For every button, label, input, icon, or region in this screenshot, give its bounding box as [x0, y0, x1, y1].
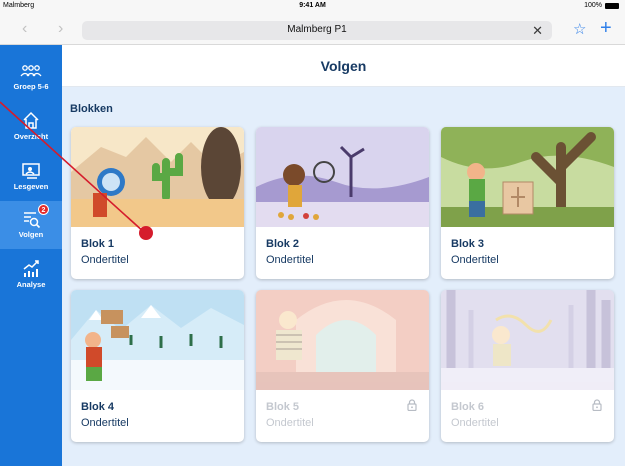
card-title: Blok 2 — [266, 238, 300, 250]
chevron-right-icon[interactable]: › — [58, 21, 63, 37]
group-icon — [20, 65, 42, 77]
blok-card-3[interactable]: Blok 3 Ondertitel — [441, 127, 614, 279]
analysis-icon — [23, 260, 39, 277]
page-header: Volgen — [62, 45, 625, 87]
sidebar-item-label: Groep 5-6 — [13, 82, 49, 91]
sidebar-item-groep[interactable]: Groep 5-6 — [0, 53, 62, 101]
card-subtitle: Ondertitel — [81, 417, 129, 429]
card-subtitle: Ondertitel — [81, 254, 129, 266]
teach-icon — [22, 163, 40, 179]
status-bar: Malmberg 9:41 AM 100% — [0, 0, 625, 14]
sidebar: Groep 5-6 Overzicht Lesgeven 2 Volgen An… — [0, 45, 62, 466]
blok-card-4[interactable]: Blok 4 Ondertitel — [71, 290, 244, 442]
card-subtitle: Ondertitel — [266, 254, 314, 266]
lock-icon — [407, 399, 417, 411]
address-bar[interactable]: Malmberg P1 ✕ — [82, 21, 552, 40]
star-icon[interactable]: ☆ — [573, 20, 586, 38]
blok-2-illustration — [256, 127, 429, 227]
sidebar-item-analyse[interactable]: Analyse — [0, 251, 62, 299]
close-icon[interactable]: ✕ — [532, 23, 543, 39]
page-title: Volgen — [320, 58, 367, 74]
main-content: Blokken Blok 1 Ondertitel Blok 2 Onderti… — [62, 87, 625, 466]
notification-badge: 2 — [38, 204, 49, 215]
sidebar-item-volgen[interactable]: 2 Volgen — [0, 201, 62, 249]
address-text: Malmberg P1 — [287, 24, 347, 35]
blok-4-illustration — [71, 290, 244, 390]
battery-indicator: 100% — [584, 2, 619, 9]
plus-icon[interactable]: + — [600, 17, 612, 40]
sidebar-item-label: Volgen — [18, 230, 44, 239]
battery-icon — [605, 2, 619, 9]
card-subtitle: Ondertitel — [451, 254, 499, 266]
sidebar-item-label: Overzicht — [13, 132, 49, 141]
card-title: Blok 1 — [81, 238, 115, 250]
lock-icon — [592, 399, 602, 411]
sidebar-item-lesgeven[interactable]: Lesgeven — [0, 153, 62, 201]
blok-card-6[interactable]: Blok 6 Ondertitel — [441, 290, 614, 442]
sidebar-item-label: Analyse — [16, 280, 46, 289]
sidebar-item-overzicht[interactable]: Overzicht — [0, 103, 62, 151]
card-subtitle: Ondertitel — [266, 417, 314, 429]
follow-icon — [24, 212, 41, 229]
home-icon — [23, 111, 39, 129]
browser-toolbar: ‹ › Malmberg P1 ✕ ☆ + — [0, 14, 625, 45]
card-title: Blok 6 — [451, 401, 485, 413]
card-title: Blok 4 — [81, 401, 115, 413]
battery-percent: 100% — [584, 2, 602, 9]
blok-6-illustration — [441, 290, 614, 390]
blok-1-illustration — [71, 127, 244, 227]
clock: 9:41 AM — [299, 2, 326, 9]
section-title: Blokken — [70, 103, 113, 115]
card-title: Blok 3 — [451, 238, 485, 250]
chevron-left-icon[interactable]: ‹ — [22, 21, 27, 37]
sidebar-item-label: Lesgeven — [13, 182, 49, 191]
blok-card-2[interactable]: Blok 2 Ondertitel — [256, 127, 429, 279]
card-subtitle: Ondertitel — [451, 417, 499, 429]
blok-3-illustration — [441, 127, 614, 227]
blok-5-illustration — [256, 290, 429, 390]
blok-card-1[interactable]: Blok 1 Ondertitel — [71, 127, 244, 279]
card-title: Blok 5 — [266, 401, 300, 413]
blok-card-5[interactable]: Blok 5 Ondertitel — [256, 290, 429, 442]
